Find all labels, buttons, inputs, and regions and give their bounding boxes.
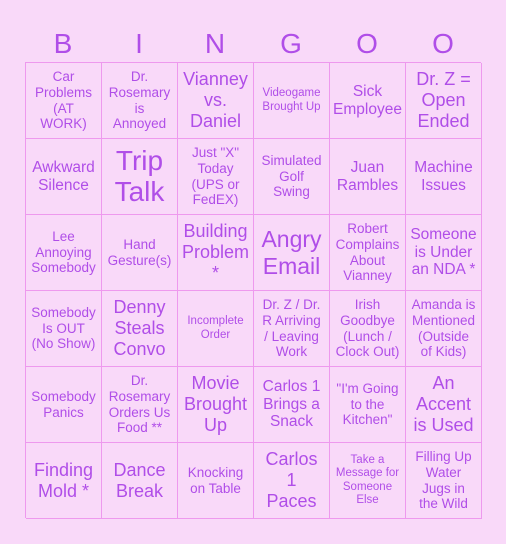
bingo-cell[interactable]: Someone is Under an NDA * <box>406 215 482 291</box>
bingo-cell[interactable]: Finding Mold * <box>26 443 102 519</box>
bingo-cell[interactable]: Irish Goodbye (Lunch / Clock Out) <box>330 291 406 367</box>
bingo-cell[interactable]: Building Problem * <box>178 215 254 291</box>
bingo-cell[interactable]: Take a Message for Someone Else <box>330 443 406 519</box>
bingo-cell[interactable]: An Accent is Used <box>406 367 482 443</box>
bingo-cell[interactable]: Denny Steals Convo <box>102 291 178 367</box>
bingo-cell[interactable]: Angry Email <box>254 215 330 291</box>
bingo-cell[interactable]: Awkward Silence <box>26 139 102 215</box>
header-letter: N <box>204 28 226 59</box>
bingo-cell[interactable]: Dr. Z = Open Ended <box>406 63 482 139</box>
bingo-cell[interactable]: Dance Break <box>102 443 178 519</box>
header-letter: G <box>280 28 302 59</box>
bingo-cell[interactable]: Dr. Z / Dr. R Arriving / Leaving Work <box>254 291 330 367</box>
bingo-cell[interactable]: Robert Complains About Vianney <box>330 215 406 291</box>
bingo-cell[interactable]: Just "X" Today (UPS or FedEX) <box>178 139 254 215</box>
bingo-cell[interactable]: Simulated Golf Swing <box>254 139 330 215</box>
bingo-cell[interactable]: Vianney vs. Daniel <box>178 63 254 139</box>
bingo-cell[interactable]: Movie Brought Up <box>178 367 254 443</box>
bingo-cell[interactable]: Videogame Brought Up <box>254 63 330 139</box>
bingo-cell[interactable]: Sick Employee <box>330 63 406 139</box>
bingo-cell[interactable]: Juan Rambles <box>330 139 406 215</box>
bingo-cell[interactable]: Car Problems (AT WORK) <box>26 63 102 139</box>
bingo-cell[interactable]: Somebody Panics <box>26 367 102 443</box>
bingo-cell[interactable]: Dr. Rosemary is Annoyed <box>102 63 178 139</box>
bingo-cell[interactable]: Carlos 1 Paces <box>254 443 330 519</box>
bingo-cell[interactable]: Trip Talk <box>102 139 178 215</box>
bingo-cell[interactable]: Knocking on Table <box>178 443 254 519</box>
bingo-cell[interactable]: Machine Issues <box>406 139 482 215</box>
header-letter: O <box>432 28 454 59</box>
bingo-cell[interactable]: Filling Up Water Jugs in the Wild <box>406 443 482 519</box>
bingo-cell[interactable]: Lee Annoying Somebody <box>26 215 102 291</box>
header-letter: I <box>135 28 143 59</box>
bingo-cell[interactable]: Carlos 1 Brings a Snack <box>254 367 330 443</box>
bingo-cell[interactable]: Amanda is Mentioned (Outside of Kids) <box>406 291 482 367</box>
bingo-cell[interactable]: Incomplete Order <box>178 291 254 367</box>
bingo-card-grid: Car Problems (AT WORK) Dr. Rosemary is A… <box>25 62 482 519</box>
bingo-cell[interactable]: Dr. Rosemary Orders Us Food ** <box>102 367 178 443</box>
bingo-cell[interactable]: Hand Gesture(s) <box>102 215 178 291</box>
bingo-cell[interactable]: "I'm Going to the Kitchen" <box>330 367 406 443</box>
header-letter: O <box>356 28 378 59</box>
bingo-header: B I N G O O <box>25 26 481 62</box>
bingo-cell[interactable]: Somebody Is OUT (No Show) <box>26 291 102 367</box>
header-letter: B <box>53 28 73 59</box>
